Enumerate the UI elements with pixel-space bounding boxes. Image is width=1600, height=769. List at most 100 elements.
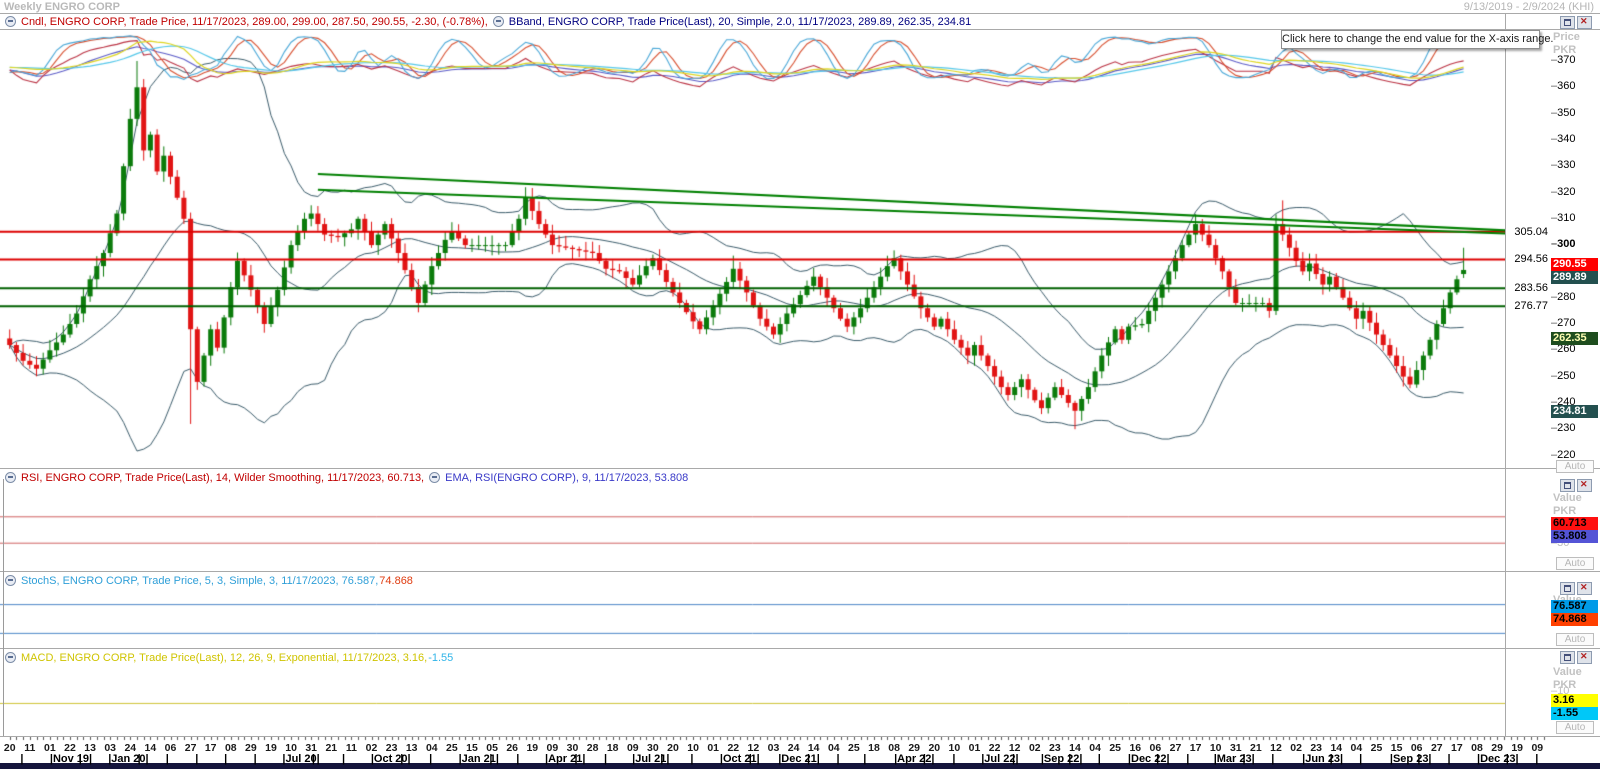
- x-axis-month-pipe: |: [1448, 753, 1451, 765]
- x-axis-day-label: 17: [200, 742, 222, 754]
- restore-icon[interactable]: [1560, 479, 1575, 492]
- price-axis-tick: 300: [1551, 238, 1575, 250]
- stoch-panel-legend: StochS, ENGRO CORP, Trade Price, 5, 3, S…: [0, 573, 1505, 588]
- x-axis-month-pipe: |: [489, 753, 492, 765]
- macd-panel-legend: MACD, ENGRO CORP, Trade Price(Last), 12,…: [0, 650, 1505, 665]
- x-axis-month-label: |Jan 20|: [108, 753, 148, 765]
- rsi-panel-legend: RSI, ENGRO CORP, Trade Price(Last), 14, …: [0, 470, 1505, 485]
- x-axis-month-pipe: |: [1417, 753, 1420, 765]
- x-axis-day-label: 21: [320, 742, 342, 754]
- x-axis-month-pipe: |: [1359, 753, 1362, 765]
- stoch-series-toggle-icon[interactable]: [5, 575, 16, 586]
- x-axis-day-label: 06: [160, 742, 182, 754]
- x-axis-month-pipe: |: [1506, 753, 1509, 765]
- macd-axis-auto-button[interactable]: Auto: [1556, 721, 1594, 734]
- x-axis-month-pipe: |: [923, 753, 926, 765]
- rsi-axis-currency: PKR: [1553, 505, 1576, 517]
- x-axis-month-pipe: |: [807, 753, 810, 765]
- restore-icon[interactable]: [1560, 651, 1575, 664]
- x-axis-month-pipe: |: [1330, 753, 1333, 765]
- x-axis-day-label: 19: [260, 742, 282, 754]
- stoch-legend[interactable]: StochS, ENGRO CORP, Trade Price, 5, 3, S…: [21, 575, 378, 587]
- last-value-box: 53.808: [1551, 530, 1598, 543]
- x-axis-range-tooltip[interactable]: Click here to change the end value for t…: [1281, 30, 1540, 49]
- price-line-value-label: 294.56: [1506, 253, 1548, 265]
- candle-legend[interactable]: Cndl, ENGRO CORP, Trade Price, 11/17/202…: [21, 16, 488, 28]
- rsi-axis-auto-button[interactable]: Auto: [1556, 557, 1594, 570]
- stoch-chart-canvas[interactable]: [0, 591, 1505, 647]
- x-axis-day-label: 12: [1265, 742, 1287, 754]
- macd-signal-value[interactable]: -1.55: [428, 652, 453, 664]
- x-axis-month-label: |Dec 21|: [778, 753, 820, 765]
- close-icon[interactable]: [1577, 16, 1592, 29]
- x-axis-month-label: |Apr 22|: [894, 753, 934, 765]
- x-axis-month-pipe: |: [254, 753, 257, 765]
- x-axis-month-pipe: |: [575, 753, 578, 765]
- x-axis-month-label: |Sep 22|: [1041, 753, 1083, 765]
- close-icon[interactable]: [1577, 651, 1592, 664]
- price-panel-legend: Cndl, ENGRO CORP, Trade Price, 11/17/202…: [0, 14, 1505, 29]
- stoch-axis-auto-button[interactable]: Auto: [1556, 633, 1594, 646]
- x-axis-day-label: 04: [823, 742, 845, 754]
- price-axis-tick: 280: [1551, 291, 1575, 303]
- last-value-box: 290.55: [1551, 258, 1598, 271]
- x-axis-month-pipe: |: [312, 753, 315, 765]
- x-axis-day-label: 25: [1366, 742, 1388, 754]
- x-axis-month-pipe: |: [1068, 753, 1071, 765]
- chart-titlebar: Weekly ENGRO CORP 9/13/2019 - 2/9/2024 (…: [0, 0, 1600, 13]
- x-axis-month-label: |Oct 21|: [720, 753, 760, 765]
- macd-chart-canvas[interactable]: [0, 666, 1505, 736]
- panel-separator: [0, 468, 1600, 469]
- x-axis-month-label: |Dec 22|: [1128, 753, 1170, 765]
- rsi-series-toggle-icon[interactable]: [5, 472, 16, 483]
- rsi-ema-legend[interactable]: EMA, RSI(ENGRO CORP), 9, 11/17/2023, 53.…: [445, 472, 688, 484]
- x-axis-day-label: 04: [1345, 742, 1367, 754]
- price-line-value-label: 283.56: [1506, 282, 1548, 294]
- stoch-d-value[interactable]: 74.868: [379, 575, 413, 587]
- x-axis-day-label: 20: [0, 742, 21, 754]
- macd-legend[interactable]: MACD, ENGRO CORP, Trade Price(Last), 12,…: [21, 652, 427, 664]
- x-axis-month-pipe: |: [195, 753, 198, 765]
- price-line-value-label: 276.77: [1506, 300, 1548, 312]
- candle-series-toggle-icon[interactable]: [5, 16, 16, 27]
- close-icon[interactable]: [1577, 479, 1592, 492]
- x-axis-date-range[interactable]: 9/13/2019 - 2/9/2024 (KHI): [1464, 1, 1594, 13]
- rsi-legend[interactable]: RSI, ENGRO CORP, Trade Price(Last), 14, …: [21, 472, 424, 484]
- x-axis-month-pipe: |: [1098, 753, 1101, 765]
- x-axis-month-pipe: |: [138, 753, 141, 765]
- x-axis-month-pipe: |: [1156, 753, 1159, 765]
- x-axis-month-pipe: |: [749, 753, 752, 765]
- bband-legend[interactable]: BBand, ENGRO CORP, Trade Price(Last), 20…: [509, 16, 971, 28]
- restore-icon[interactable]: [1560, 16, 1575, 29]
- price-axis-tick: 320: [1551, 186, 1575, 198]
- x-axis-day-label: 08: [220, 742, 242, 754]
- x-axis-month-label: |Dec 23|: [1477, 753, 1519, 765]
- price-axis-tick: 220: [1551, 449, 1575, 461]
- last-value-box: -1.55: [1551, 707, 1598, 720]
- x-axis-month-pipe: |: [342, 753, 345, 765]
- rsi-panel-window-buttons: [1560, 479, 1592, 492]
- x-axis-month-pipe: |: [400, 753, 403, 765]
- last-value-box: 262.35: [1551, 332, 1598, 345]
- x-axis-month-pipe: |: [690, 753, 693, 765]
- chart-title: Weekly ENGRO CORP: [4, 1, 120, 13]
- x-axis-month-pipe: |: [836, 753, 839, 765]
- price-axis-auto-button[interactable]: Auto: [1556, 460, 1594, 473]
- macd-series-toggle-icon[interactable]: [5, 652, 16, 663]
- macd-axis-title: Value: [1553, 666, 1582, 678]
- panel-separator: [0, 571, 1600, 572]
- x-axis-month-label: |Jun 23|: [1302, 753, 1343, 765]
- x-axis-month-pipe: |: [516, 753, 519, 765]
- x-axis-day-label: 25: [843, 742, 865, 754]
- x-axis-month-label: |Nov 19|: [50, 753, 92, 765]
- price-panel-window-buttons: [1560, 16, 1592, 29]
- rsi-chart-canvas[interactable]: [0, 490, 1505, 570]
- x-axis-day-label: 29: [240, 742, 262, 754]
- last-value-box: 76.587: [1551, 600, 1598, 613]
- price-chart-canvas[interactable]: [0, 30, 1505, 468]
- bband-series-toggle-icon[interactable]: [493, 16, 504, 27]
- rsi-ema-series-toggle-icon[interactable]: [429, 472, 440, 483]
- price-line-value-label: 305.04: [1506, 226, 1548, 238]
- x-axis-month-pipe: |: [79, 753, 82, 765]
- x-axis-day-label: 04: [1084, 742, 1106, 754]
